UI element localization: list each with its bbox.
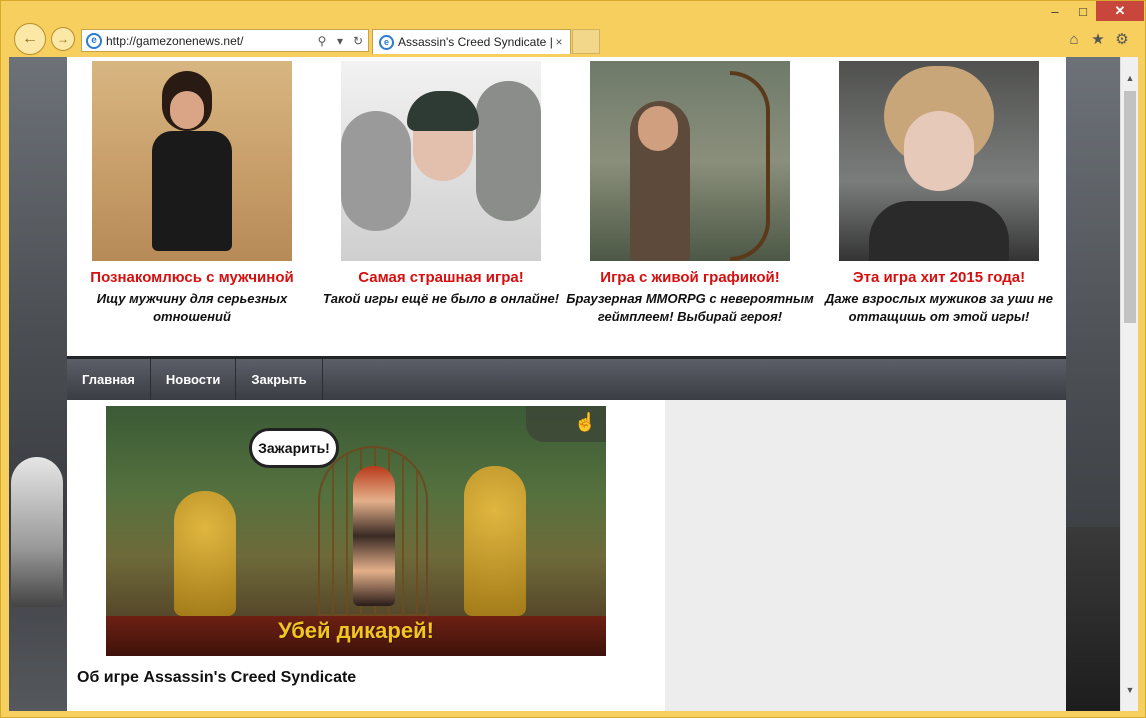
promo-title[interactable]: Самая страшная игра!	[316, 269, 566, 286]
close-window-button[interactable]: ✕	[1096, 1, 1144, 21]
blonde-dress-shape	[869, 201, 1009, 261]
promo-image[interactable]	[92, 61, 292, 261]
ie-logo-icon: e	[379, 34, 394, 50]
browser-window: ← → e http://gamezonenews.net/ ⚲ ▾ ↻ e A…	[0, 0, 1146, 718]
browser-titlebar: ← → e http://gamezonenews.net/ ⚲ ▾ ↻ e A…	[1, 1, 1146, 57]
blonde-face-shape	[904, 111, 974, 191]
promo-image[interactable]	[341, 61, 541, 261]
face-shape	[170, 91, 204, 129]
gear-icon[interactable]: ⚙	[1113, 31, 1131, 49]
browser-tab[interactable]: e Assassin's Creed Syndicate |... ×	[372, 29, 571, 54]
promo-desc: Такой игры ещё не было в онлайне!	[322, 291, 560, 306]
promo-card[interactable]: Самая страшная игра! Такой игры ещё не б…	[316, 61, 566, 308]
web-page: Познакомлюсь с мужчиной Ищу мужчину для …	[67, 57, 1066, 711]
address-url[interactable]: http://gamezonenews.net/	[106, 34, 314, 48]
favorites-star-icon[interactable]: ★	[1089, 31, 1107, 49]
nav-item-close[interactable]: Закрыть	[236, 359, 323, 400]
sidebar	[665, 400, 1066, 711]
promo-title[interactable]: Эта игра хит 2015 года!	[814, 269, 1064, 286]
bow-shape	[730, 71, 770, 261]
close-tab-icon[interactable]: ×	[552, 35, 566, 49]
promo-desc: Браузерная MMORPG с невероятным геймплее…	[566, 291, 814, 324]
new-tab-button[interactable]	[572, 29, 600, 54]
banner-caption: Убей дикарей!	[278, 618, 434, 643]
maximize-button[interactable]: □	[1070, 1, 1096, 21]
promo-card[interactable]: Игра с живой графикой! Браузерная MMORPG…	[565, 61, 815, 326]
back-button[interactable]: ←	[14, 23, 46, 55]
scroll-up-icon[interactable]: ▲	[1121, 69, 1139, 87]
minimize-button[interactable]: –	[1040, 1, 1070, 21]
promo-row: Познакомлюсь с мужчиной Ищу мужчину для …	[67, 57, 1066, 357]
promo-image[interactable]	[590, 61, 790, 261]
promo-desc: Даже взрослых мужиков за уши не оттащишь…	[825, 291, 1053, 324]
promo-title[interactable]: Познакомлюсь с мужчиной	[67, 269, 317, 286]
browser-toolbar: ⌂ ★ ⚙	[1065, 31, 1131, 49]
vertical-scrollbar[interactable]: ▲ ▼	[1120, 57, 1138, 711]
assassin-shoulder-image	[1066, 527, 1120, 711]
arrow-right-icon: →	[57, 32, 69, 46]
page-viewport: Познакомлюсь с мужчиной Ищу мужчину для …	[9, 57, 1120, 711]
captive-figure	[353, 466, 395, 606]
background-left-art	[9, 57, 67, 711]
promo-image[interactable]	[839, 61, 1039, 261]
search-icon[interactable]: ⚲	[314, 34, 330, 48]
promo-title[interactable]: Игра с живой графикой!	[565, 269, 815, 286]
dress-shape	[152, 131, 232, 251]
address-bar[interactable]: e http://gamezonenews.net/ ⚲ ▾ ↻	[81, 29, 369, 52]
arrow-left-icon: ←	[22, 30, 38, 47]
speech-bubble: Зажарить!	[249, 428, 339, 468]
main-content: Зажарить! ☝ Убей дикарей! Об игре Assass…	[67, 400, 665, 711]
refresh-icon[interactable]: ↻	[350, 34, 366, 48]
archer-face-shape	[638, 106, 678, 151]
forward-button[interactable]: →	[51, 27, 75, 51]
ghoul-left-shape	[341, 111, 411, 231]
hand-cursor-icon: ☝	[574, 412, 597, 432]
nav-item-news[interactable]: Новости	[151, 359, 237, 400]
assassin-hood-image	[11, 457, 63, 607]
background-right-art	[1066, 57, 1120, 711]
site-nav: Главная Новости Закрыть	[67, 356, 1066, 400]
tab-title: Assassin's Creed Syndicate |...	[398, 35, 552, 49]
nav-item-home[interactable]: Главная	[67, 359, 151, 400]
ie-logo-icon: e	[86, 32, 102, 49]
ghoul-right-shape	[476, 81, 541, 221]
promo-desc: Ищу мужчину для серьезных отношений	[96, 291, 288, 324]
dropdown-icon[interactable]: ▾	[332, 34, 348, 48]
heroine-hair-shape	[407, 91, 479, 131]
promo-card[interactable]: Познакомлюсь с мужчиной Ищу мужчину для …	[67, 61, 317, 326]
goblin-right-figure	[464, 466, 526, 616]
scroll-down-icon[interactable]: ▼	[1121, 681, 1139, 699]
promo-card[interactable]: Эта игра хит 2015 года! Даже взрослых му…	[814, 61, 1064, 326]
home-icon[interactable]: ⌂	[1065, 31, 1083, 49]
goblin-left-figure	[174, 491, 236, 616]
game-ad-banner[interactable]: Зажарить! ☝ Убей дикарей!	[106, 406, 606, 656]
scroll-thumb[interactable]	[1124, 91, 1136, 323]
article-title: Об игре Assassin's Creed Syndicate	[77, 669, 357, 686]
